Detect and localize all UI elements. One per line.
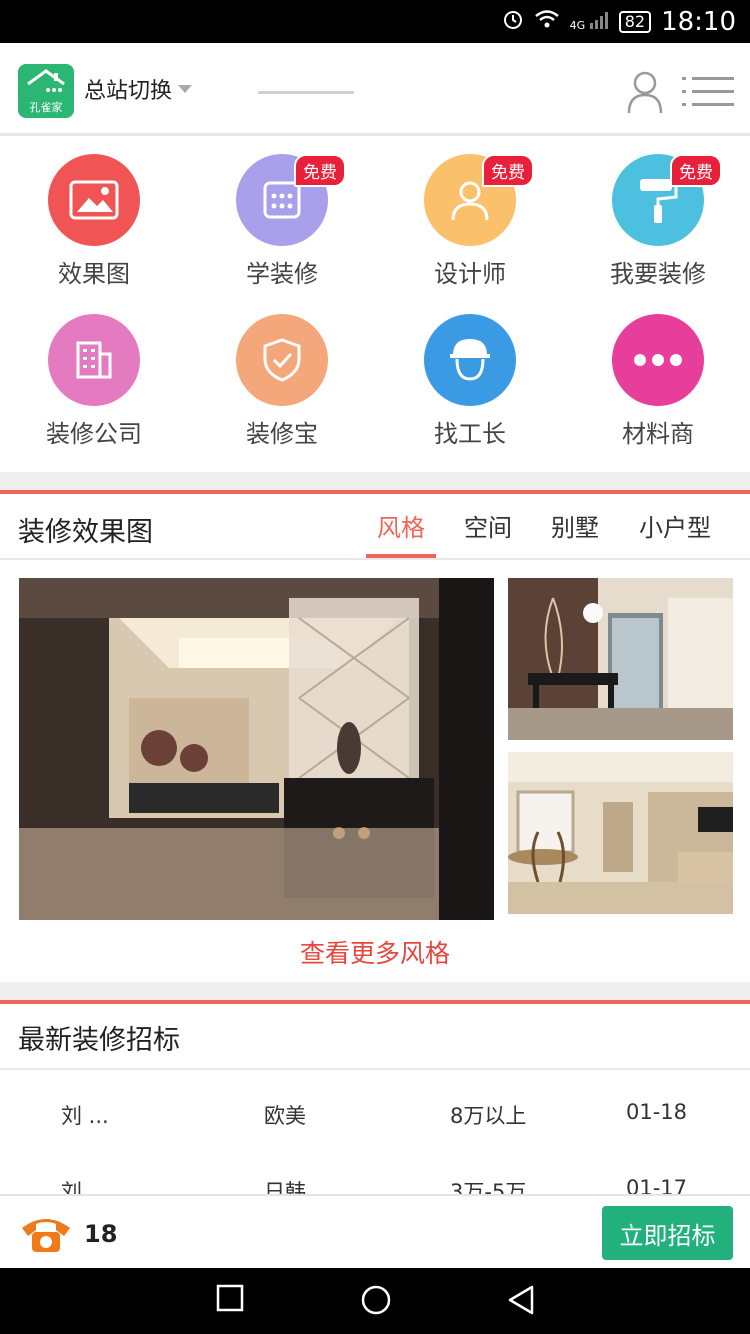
section-title: 最新装修招标 bbox=[18, 1025, 180, 1056]
status-bar: 4G 82 18:10 bbox=[0, 0, 750, 43]
chevron-down-icon[interactable] bbox=[178, 85, 192, 93]
back-icon[interactable] bbox=[506, 1284, 536, 1320]
more-dots-icon bbox=[612, 314, 704, 406]
system-nav-bar bbox=[0, 1268, 750, 1334]
hotline-number[interactable]: 18 bbox=[84, 1220, 117, 1248]
free-badge: 免费 bbox=[670, 154, 722, 187]
bottom-action-bar: 18 立即招标 bbox=[0, 1194, 750, 1270]
grid-item-effects[interactable]: 效果图 bbox=[0, 136, 188, 296]
bid-date: 01-18 bbox=[626, 1100, 688, 1124]
app-logo[interactable]: 孔雀家 bbox=[18, 64, 74, 118]
building-icon bbox=[48, 314, 140, 406]
phone-icon[interactable] bbox=[18, 1214, 74, 1258]
free-badge: 免费 bbox=[294, 154, 346, 187]
grid-item-company[interactable]: 装修公司 bbox=[0, 296, 188, 456]
home-icon[interactable] bbox=[360, 1284, 392, 1320]
tab-small-unit[interactable]: 小户型 bbox=[639, 508, 711, 543]
section-title: 装修效果图 bbox=[18, 517, 153, 548]
free-badge: 免费 bbox=[482, 154, 534, 187]
grid-item-material[interactable]: 材料商 bbox=[564, 296, 750, 456]
grid-item-label: 效果图 bbox=[58, 260, 130, 288]
top-header: 孔雀家 总站切换 bbox=[0, 43, 750, 136]
alarm-icon bbox=[502, 8, 524, 36]
shield-check-icon bbox=[236, 314, 328, 406]
more-styles-link[interactable]: 查看更多风格 bbox=[0, 934, 750, 970]
grid-item-label: 我要装修 bbox=[610, 260, 706, 288]
divider bbox=[0, 1068, 750, 1070]
bids-section: 最新装修招标 刘 ... 欧美 8万以上 01-18 刘 ... 日韩 3万-5… bbox=[0, 1000, 750, 1204]
grid-item-label: 装修宝 bbox=[246, 420, 318, 448]
bid-name: 刘 ... bbox=[61, 1104, 109, 1128]
grid-item-treasure[interactable]: 装修宝 bbox=[188, 296, 376, 456]
worker-helmet-icon bbox=[424, 314, 516, 406]
effects-section: 装修效果图 风格 空间 别墅 小户型 查看更多风格 bbox=[0, 490, 750, 986]
section-gap bbox=[0, 982, 750, 1000]
scroll-indicator bbox=[258, 91, 354, 94]
grid-item-label: 装修公司 bbox=[46, 420, 142, 448]
status-time: 18:10 bbox=[661, 6, 736, 37]
effect-image-living[interactable] bbox=[508, 752, 733, 914]
tab-space[interactable]: 空间 bbox=[464, 508, 512, 543]
logo-text: 孔雀家 bbox=[29, 101, 63, 114]
battery-level: 82 bbox=[618, 10, 652, 33]
divider bbox=[0, 558, 750, 560]
grid-item-label: 学装修 bbox=[246, 260, 318, 288]
menu-icon[interactable] bbox=[682, 75, 734, 113]
status-indicators: 4G 82 18:10 bbox=[502, 0, 736, 43]
effect-image-dining[interactable] bbox=[508, 578, 733, 740]
user-icon[interactable] bbox=[626, 70, 664, 118]
network-type: 4G bbox=[569, 19, 586, 32]
grid-item-designer[interactable]: 免费 设计师 bbox=[376, 136, 564, 296]
grid-item-label: 找工长 bbox=[434, 420, 506, 448]
bid-style: 欧美 bbox=[264, 1104, 306, 1128]
signal-icon: 4G bbox=[570, 11, 609, 32]
section-gap bbox=[0, 472, 750, 490]
submit-bid-button[interactable]: 立即招标 bbox=[602, 1206, 733, 1260]
grid-item-learn[interactable]: 免费 学装修 bbox=[188, 136, 376, 296]
wifi-icon bbox=[534, 9, 560, 35]
grid-item-label: 材料商 bbox=[622, 420, 694, 448]
effect-image-main[interactable] bbox=[19, 578, 494, 920]
tab-villa[interactable]: 别墅 bbox=[551, 508, 599, 543]
recents-icon[interactable] bbox=[216, 1284, 244, 1316]
picture-icon bbox=[48, 154, 140, 246]
grid-item-renovate[interactable]: 免费 我要装修 bbox=[564, 136, 750, 296]
list-item[interactable]: 刘 ... 欧美 8万以上 01-18 bbox=[0, 1100, 750, 1140]
station-switch[interactable]: 总站切换 bbox=[84, 73, 172, 105]
category-grid: 效果图 免费 学装修 免费 设计师 免费 我要装修 装修公司 装修宝 找工长 材… bbox=[0, 136, 750, 472]
tab-style[interactable]: 风格 bbox=[377, 508, 425, 543]
grid-item-label: 设计师 bbox=[434, 260, 506, 288]
grid-item-foreman[interactable]: 找工长 bbox=[376, 296, 564, 456]
bid-budget: 8万以上 bbox=[450, 1104, 527, 1128]
